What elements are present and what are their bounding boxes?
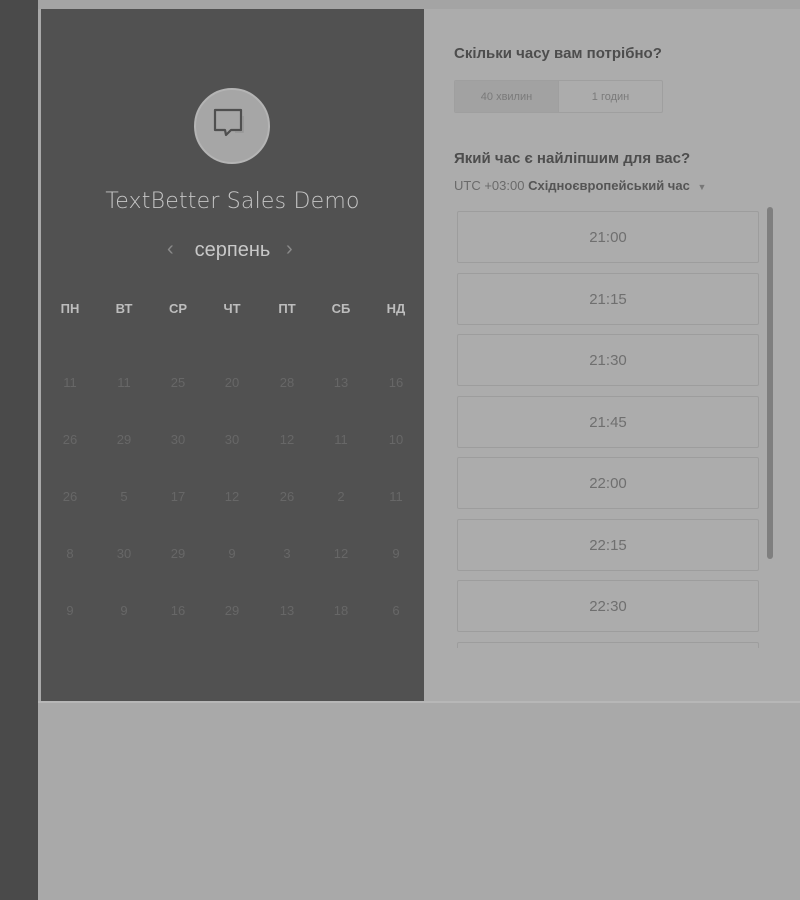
timezone-name: Східноєвропейський час — [528, 178, 690, 193]
event-title: TextBetter Sales Demo — [105, 189, 360, 214]
weekday-label: ПТ — [278, 301, 296, 316]
month-label: серпень — [194, 239, 271, 261]
calendar-day: 29 — [224, 603, 240, 618]
time-list-scrollbar[interactable] — [767, 207, 773, 559]
calendar-day: 26 — [62, 489, 78, 504]
calendar-day: 8 — [66, 546, 74, 561]
calendar-day: 30 — [224, 432, 240, 447]
calendar-day: 5 — [120, 489, 128, 504]
company-logo — [194, 88, 270, 164]
duration-option-1-hour[interactable]: 1 годин — [558, 81, 662, 112]
time-slot-button[interactable]: 22:30 — [457, 580, 759, 632]
left-edge-strip — [0, 0, 38, 900]
calendar-day: 28 — [279, 375, 295, 390]
time-slot-button[interactable]: 21:00 — [457, 211, 759, 263]
time-slot-list: 21:00 21:15 21:30 21:45 22:00 22:15 22:3… — [457, 210, 761, 648]
calendar-day: 11 — [334, 432, 348, 447]
calendar-day: 13 — [333, 375, 349, 390]
calendar-day: 12 — [279, 432, 295, 447]
calendar-day: 29 — [170, 546, 186, 561]
calendar-day: 30 — [170, 432, 186, 447]
calendar-day: 11 — [63, 375, 77, 390]
caret-down-icon: ▼ — [697, 182, 707, 192]
time-question: Який час є найліпшим для вас? — [454, 150, 691, 167]
calendar-day: 9 — [66, 603, 74, 618]
calendar-day: 25 — [170, 375, 186, 390]
calendar-day: 26 — [279, 489, 295, 504]
scheduling-panel: Скільки часу вам потрібно? 40 хвилин 1 г… — [424, 9, 800, 702]
calendar-day: 11 — [117, 375, 131, 390]
calendar-day: 2 — [337, 489, 345, 504]
calendar-day: 9 — [392, 546, 400, 561]
calendar-day: 12 — [224, 489, 240, 504]
calendar-day: 30 — [116, 546, 132, 561]
month-navigation: ‹ серпень › — [41, 236, 424, 266]
weekday-label: НД — [386, 301, 406, 316]
timezone-selector[interactable]: UTC +03:00 Східноєвропейський час ▼ — [454, 178, 706, 193]
time-slot-button[interactable]: 22:00 — [457, 457, 759, 509]
calendar-day: 20 — [224, 375, 240, 390]
top-gap — [38, 0, 800, 9]
event-info-panel: TextBetter Sales Demo ‹ серпень › ПН ВТ … — [41, 9, 424, 702]
time-slot-button[interactable]: 21:15 — [457, 273, 759, 325]
calendar-day: 11 — [389, 489, 403, 504]
weekday-label: СБ — [331, 301, 351, 316]
weekday-label: ПН — [60, 301, 80, 316]
weekday-label: ЧТ — [223, 301, 241, 316]
calendar-day: 9 — [120, 603, 128, 618]
calendar-day: 17 — [170, 489, 186, 504]
calendar-day: 29 — [116, 432, 132, 447]
time-slot-button-partial[interactable] — [457, 642, 759, 648]
weekday-label: ВТ — [115, 301, 133, 316]
time-slot-button[interactable]: 22:15 — [457, 519, 759, 571]
weekday-label: СР — [168, 301, 188, 316]
time-slot-button[interactable]: 21:45 — [457, 396, 759, 448]
calendar-day: 6 — [392, 603, 400, 618]
timezone-offset: UTC +03:00 — [454, 178, 525, 193]
calendar-day: 12 — [333, 546, 349, 561]
calendar-day: 3 — [283, 546, 291, 561]
calendar-day: 26 — [62, 432, 78, 447]
calendar-day: 16 — [388, 375, 404, 390]
calendar-day: 10 — [388, 432, 404, 447]
calendar-day: 13 — [279, 603, 295, 618]
calendar-day: 16 — [170, 603, 186, 618]
duration-toggle: 40 хвилин 1 годин — [454, 80, 663, 113]
calendar-day: 18 — [333, 603, 349, 618]
duration-option-40-min[interactable]: 40 хвилин — [455, 81, 558, 112]
chevron-right-icon[interactable]: › — [286, 238, 293, 261]
duration-question: Скільки часу вам потрібно? — [454, 45, 662, 62]
panel-bottom-border — [38, 701, 800, 703]
chat-bubble-icon — [213, 108, 244, 137]
time-slot-button[interactable]: 21:30 — [457, 334, 759, 386]
calendar-day: 9 — [228, 546, 236, 561]
